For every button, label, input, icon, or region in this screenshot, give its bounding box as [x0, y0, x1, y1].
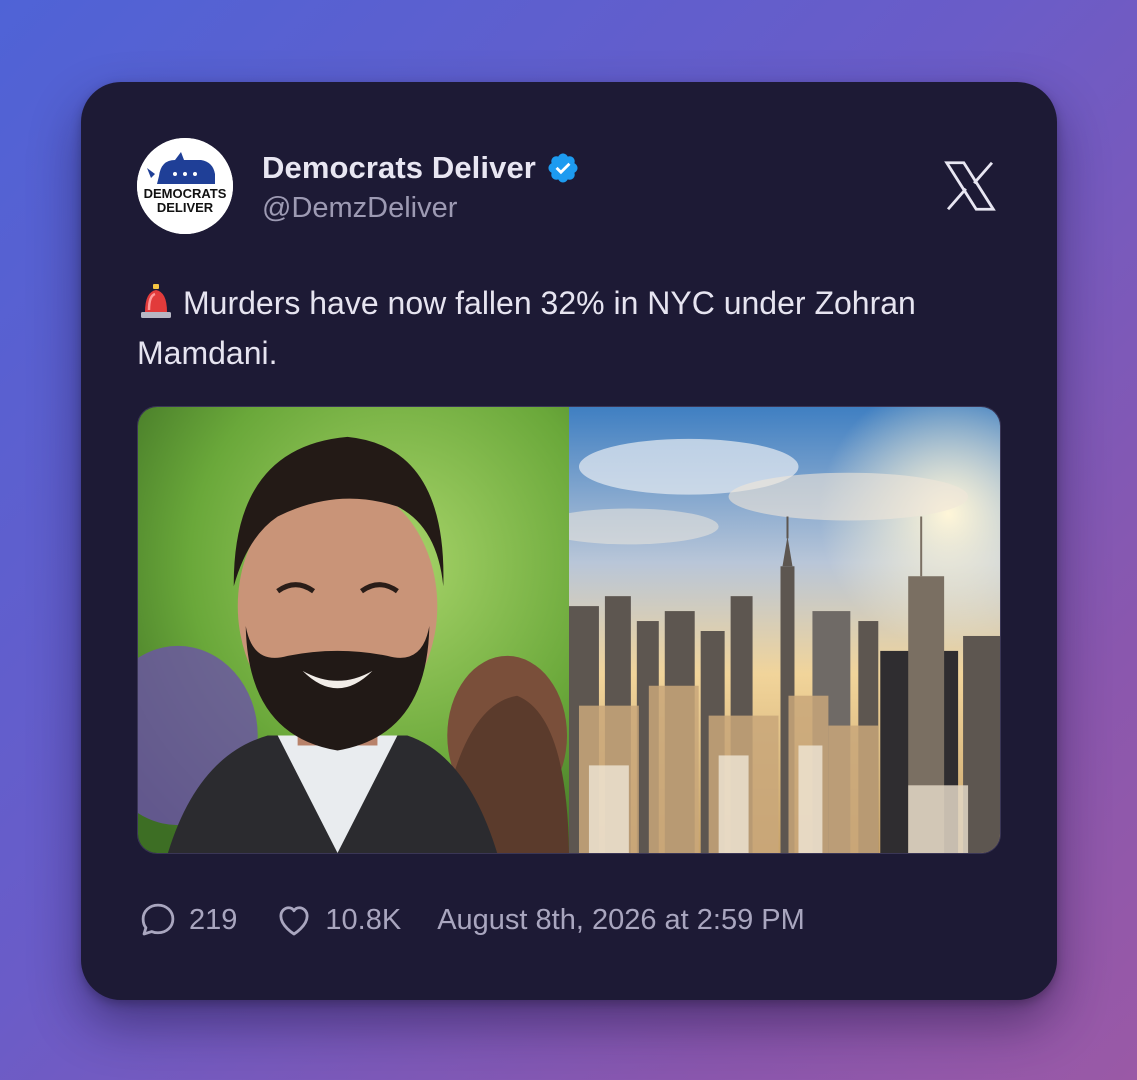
heart-icon[interactable]: [273, 899, 315, 941]
skyline-image: [569, 407, 1000, 853]
comment-icon[interactable]: [137, 899, 179, 941]
like-stat[interactable]: 10.8K: [273, 899, 401, 941]
media-image-skyline[interactable]: [569, 407, 1000, 853]
post-media[interactable]: [137, 406, 1001, 854]
like-count: 10.8K: [325, 903, 402, 936]
donkey-logo-icon: DEMOCRATS DELIVER: [137, 138, 233, 234]
x-logo-icon[interactable]: [939, 155, 1001, 217]
avatar[interactable]: DEMOCRATS DELIVER: [137, 138, 233, 234]
post-text-body: Murders have now fallen 32% in NYC under…: [137, 285, 916, 371]
reply-stat[interactable]: 219: [137, 899, 237, 941]
post-card: DEMOCRATS DELIVER Democrats Deliver @Dem…: [81, 82, 1057, 1000]
post-timestamp[interactable]: August 8th, 2026 at 2:59 PM: [437, 904, 805, 937]
avatar-line-2: DELIVER: [157, 200, 214, 215]
author-name-row[interactable]: Democrats Deliver: [262, 148, 580, 188]
post-text: Murders have now fallen 32% in NYC under…: [137, 278, 1017, 378]
portrait-image: [138, 407, 569, 853]
reply-count: 219: [189, 903, 238, 936]
post-footer: 219 10.8K August 8th, 2026 at 2:59 PM: [137, 900, 805, 940]
verified-badge-icon: [548, 153, 578, 183]
police-light-emoji-icon: [141, 284, 171, 318]
media-image-portrait[interactable]: [138, 407, 569, 853]
user-handle[interactable]: @DemzDeliver: [262, 192, 457, 225]
display-name[interactable]: Democrats Deliver: [262, 150, 536, 186]
avatar-line-1: DEMOCRATS: [144, 186, 227, 201]
